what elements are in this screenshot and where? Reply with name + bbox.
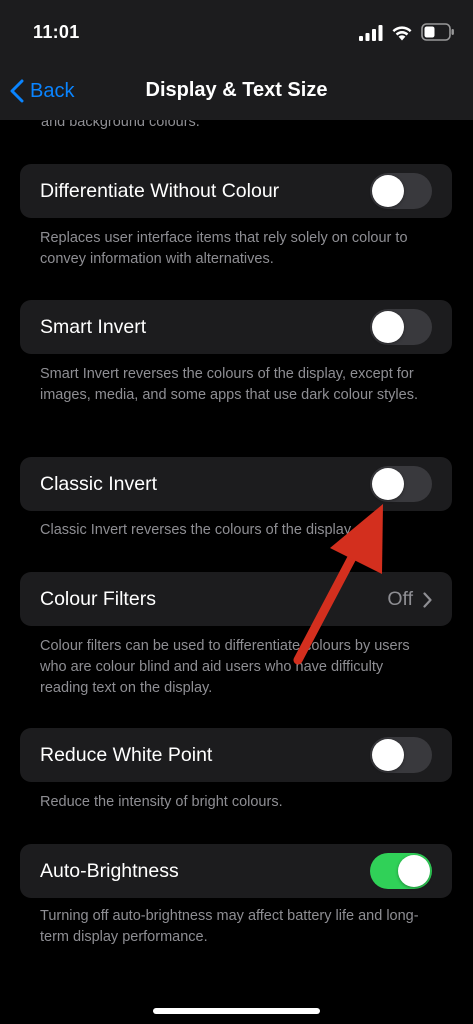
- section-footer: Replaces user interface items that rely …: [40, 230, 408, 267]
- wifi-icon: [392, 26, 412, 41]
- differentiate-without-colour-toggle[interactable]: [370, 173, 432, 209]
- row-label: Reduce White Point: [40, 744, 213, 766]
- row-label: Auto-Brightness: [40, 860, 179, 882]
- row-label: Classic Invert: [40, 473, 158, 495]
- settings-list[interactable]: and background colours. Differentiate Wi…: [0, 120, 473, 1024]
- toggle-knob: [372, 468, 404, 500]
- chevron-right-icon: [423, 591, 432, 608]
- row-label: Differentiate Without Colour: [40, 180, 280, 202]
- toggle-knob: [398, 855, 430, 887]
- toggle-knob: [372, 739, 404, 771]
- row-differentiate-without-colour: Differentiate Without Colour: [20, 164, 452, 218]
- row-auto-brightness: Auto-Brightness: [20, 844, 452, 898]
- toggle-knob: [372, 175, 404, 207]
- section-footer: Colour filters can be used to differenti…: [40, 638, 410, 696]
- cellular-signal-icon: [359, 25, 383, 41]
- row-value: Off: [387, 588, 432, 611]
- row-label: Smart Invert: [40, 316, 147, 338]
- battery-icon: [421, 23, 454, 41]
- status-icons: [351, 22, 461, 44]
- row-classic-invert: Classic Invert: [20, 457, 452, 511]
- reduce-white-point-toggle[interactable]: [370, 737, 432, 773]
- page-title: Display & Text Size: [145, 79, 328, 101]
- partial-section-footer: and background colours.: [41, 120, 200, 130]
- navigation-bar: Back Display & Text Size: [0, 62, 473, 120]
- colour-filters-value: Off: [387, 588, 413, 610]
- row-reduce-white-point: Reduce White Point: [20, 728, 452, 782]
- smart-invert-toggle[interactable]: [370, 309, 432, 345]
- row-label: Colour Filters: [40, 588, 156, 610]
- row-smart-invert: Smart Invert: [20, 300, 452, 354]
- section-footer: Smart Invert reverses the colours of the…: [40, 366, 418, 403]
- toggle-knob: [372, 311, 404, 343]
- auto-brightness-toggle[interactable]: [370, 853, 432, 889]
- section-footer: Turning off auto-brightness may affect b…: [40, 908, 419, 945]
- section-footer: Classic Invert reverses the colours of t…: [40, 522, 355, 538]
- row-colour-filters[interactable]: Colour Filters Off: [20, 572, 452, 626]
- home-indicator: [153, 1008, 320, 1014]
- section-footer: Reduce the intensity of bright colours.: [40, 794, 283, 810]
- status-time: 11:01: [33, 22, 80, 42]
- classic-invert-toggle[interactable]: [370, 466, 432, 502]
- status-bar: 11:01: [0, 0, 473, 62]
